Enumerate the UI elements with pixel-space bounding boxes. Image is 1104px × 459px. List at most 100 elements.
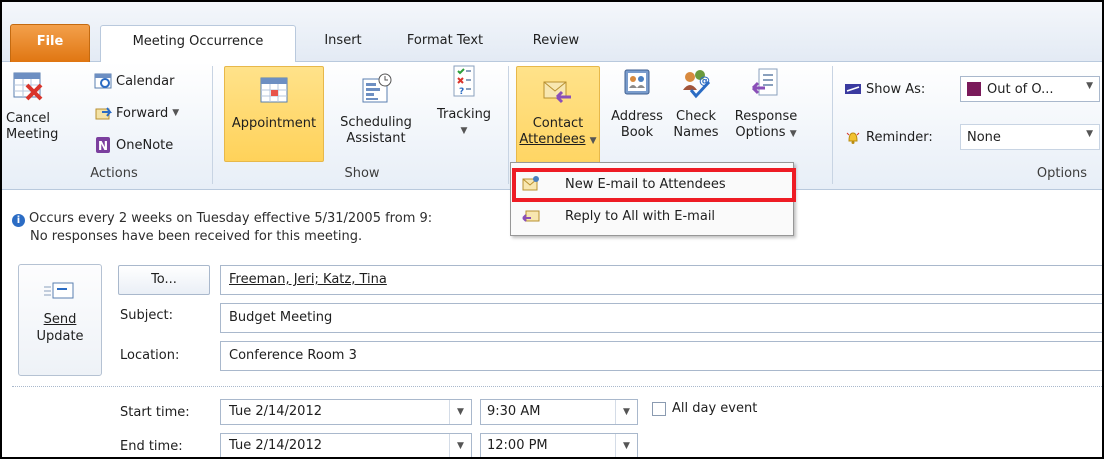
- bell-icon: [846, 132, 860, 144]
- svg-text:N: N: [98, 139, 108, 153]
- address-book-button[interactable]: Address Book: [610, 66, 664, 141]
- group-divider: [832, 66, 833, 184]
- address-book-icon: [624, 69, 650, 95]
- show-as-combo[interactable]: Out of O... ▼: [960, 76, 1100, 102]
- address-label-2: Book: [620, 125, 654, 140]
- tab-review[interactable]: Review: [516, 25, 596, 62]
- update-label: Update: [36, 329, 84, 344]
- start-time-label: Start time:: [120, 405, 190, 420]
- chevron-down-icon: ▼: [589, 136, 597, 146]
- chevron-down-icon: ▼: [460, 126, 468, 136]
- chevron-down-icon[interactable]: ▼: [449, 434, 471, 457]
- calendar-button[interactable]: Calendar: [94, 70, 174, 92]
- show-as-label-row: Show As:: [844, 78, 925, 100]
- onenote-label: OneNote: [116, 137, 174, 153]
- recurrence-text: Occurs every 2 weeks on Tuesday effectiv…: [29, 211, 433, 226]
- end-time-value: 12:00 PM: [487, 438, 548, 453]
- reminder-value: None: [967, 129, 1001, 145]
- onenote-button[interactable]: N OneNote: [94, 134, 173, 156]
- tab-file[interactable]: File: [10, 24, 90, 62]
- response-label-1: Response: [734, 109, 798, 124]
- chevron-down-icon[interactable]: ▼: [615, 400, 637, 424]
- tracking-label: Tracking: [436, 107, 492, 122]
- menu-label-reply-all: Reply to All with E-mail: [565, 208, 716, 224]
- scheduling-label-1: Scheduling: [340, 115, 412, 130]
- to-field[interactable]: Freeman, Jeri; Katz, Tina: [220, 265, 1102, 295]
- check-names-button[interactable]: @ Check Names: [670, 66, 722, 141]
- to-button[interactable]: To...: [118, 265, 210, 295]
- scheduling-label-2: Assistant: [346, 131, 406, 146]
- chevron-down-icon: ▼: [1086, 81, 1093, 91]
- end-time-label: End time:: [120, 439, 183, 454]
- end-date-value: Tue 2/14/2012: [229, 438, 322, 453]
- contact-label-row: Attendees ▼: [517, 132, 599, 149]
- responses-text: No responses have been received for this…: [30, 229, 363, 244]
- end-time-picker[interactable]: 12:00 PM ▼: [480, 433, 638, 457]
- tab-format-text[interactable]: Format Text: [390, 25, 500, 62]
- appointment-button[interactable]: Appointment: [224, 66, 324, 162]
- show-as-label: Show As:: [866, 81, 926, 97]
- forward-icon: [95, 107, 112, 120]
- appointment-label: Appointment: [231, 116, 317, 131]
- send-label: Send: [43, 312, 77, 327]
- tab-insert[interactable]: Insert: [308, 25, 378, 62]
- forward-button[interactable]: Forward ▼: [94, 102, 179, 124]
- outlook-meeting-window: File Meeting Occurrence Insert Format Te…: [0, 0, 1104, 459]
- chevron-down-icon[interactable]: ▼: [615, 434, 637, 457]
- section-divider: [12, 386, 1102, 387]
- calendar-label: Calendar: [116, 73, 175, 89]
- tab-meeting-occurrence[interactable]: Meeting Occurrence: [100, 25, 296, 63]
- check-label-1: Check: [676, 109, 716, 124]
- tracking-icon: ?: [453, 65, 475, 97]
- send-update-button[interactable]: Send Update: [18, 264, 102, 376]
- all-day-label: All day event: [672, 401, 758, 416]
- ribbon-tab-strip: File Meeting Occurrence Insert Format Te…: [2, 2, 1102, 63]
- chevron-down-icon: ▼: [789, 129, 797, 139]
- contact-attendees-icon: [543, 81, 571, 104]
- svg-text:?: ?: [459, 87, 464, 97]
- response-options-button[interactable]: Response Options ▼: [724, 66, 808, 142]
- response-options-icon: [751, 68, 778, 96]
- location-label: Location:: [120, 348, 180, 363]
- appointment-icon: [260, 77, 288, 103]
- start-time-picker[interactable]: 9:30 AM ▼: [480, 399, 638, 425]
- callout-highlight-box: [512, 168, 796, 202]
- start-time-value: 9:30 AM: [487, 404, 541, 419]
- location-field[interactable]: Conference Room 3: [220, 341, 1102, 371]
- chevron-down-icon: ▼: [1086, 129, 1093, 139]
- group-label-show: Show: [344, 166, 380, 181]
- end-date-picker[interactable]: Tue 2/14/2012 ▼: [220, 433, 472, 457]
- contact-label-2: Attendees: [519, 132, 586, 147]
- chevron-down-icon: ▼: [172, 108, 180, 118]
- tracking-button[interactable]: ? Tracking ▼: [426, 64, 502, 139]
- address-label-1: Address: [611, 109, 663, 124]
- info-icon: i: [12, 214, 25, 227]
- response-label-row: Options ▼: [724, 125, 808, 142]
- group-divider: [508, 66, 509, 184]
- cancel-meeting-button[interactable]: Cancel Meeting: [6, 68, 59, 143]
- menu-item-reply-all-with-email[interactable]: Reply to All with E-mail: [513, 201, 791, 231]
- scheduling-assistant-button[interactable]: Scheduling Assistant: [332, 72, 420, 147]
- group-label-options: Options: [1036, 166, 1088, 181]
- response-label-2: Options: [735, 125, 786, 140]
- group-divider: [212, 66, 213, 184]
- info-line-1-row: i Occurs every 2 weeks on Tuesday effecti…: [12, 210, 532, 228]
- start-date-picker[interactable]: Tue 2/14/2012 ▼: [220, 399, 472, 425]
- to-recipients: Freeman, Jeri; Katz, Tina: [229, 272, 387, 287]
- calendar-icon: [94, 73, 112, 89]
- reminder-label-row: Reminder:: [844, 126, 933, 148]
- checkbox-box[interactable]: [652, 401, 666, 416]
- check-names-icon: @: [683, 70, 711, 99]
- chevron-down-icon[interactable]: ▼: [449, 400, 471, 424]
- all-day-checkbox[interactable]: All day event: [652, 401, 757, 416]
- meeting-info-bar: i Occurs every 2 weeks on Tuesday effecti…: [12, 210, 532, 246]
- subject-label: Subject:: [120, 308, 173, 323]
- scheduling-icon: [362, 73, 392, 103]
- cancel-label-2: Meeting: [6, 127, 59, 142]
- subject-field[interactable]: Budget Meeting: [220, 303, 1102, 333]
- status-swatch: [967, 82, 981, 96]
- start-date-value: Tue 2/14/2012: [229, 404, 322, 419]
- cancel-calendar-icon: [13, 72, 43, 101]
- reminder-combo[interactable]: None ▼: [960, 124, 1100, 150]
- show-as-icon: [845, 84, 861, 94]
